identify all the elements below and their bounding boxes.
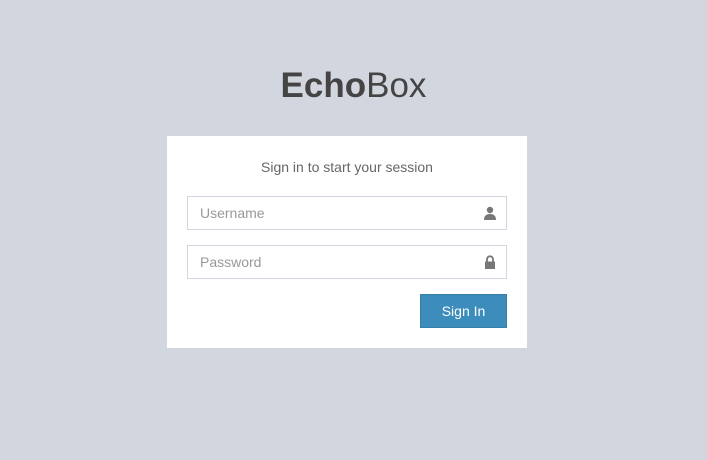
lock-icon <box>485 255 495 269</box>
username-input[interactable] <box>188 197 468 229</box>
user-icon <box>484 206 496 220</box>
login-message: Sign in to start your session <box>261 159 433 175</box>
username-field <box>187 196 507 230</box>
login-box: Sign in to start your session Sign In <box>167 136 527 348</box>
logo-bold-part: Echo <box>280 66 367 105</box>
password-input[interactable] <box>188 246 468 278</box>
logo-light-part: Box <box>366 66 427 105</box>
password-field <box>187 245 507 279</box>
sign-in-button[interactable]: Sign In <box>420 294 507 328</box>
app-logo: EchoBox <box>0 64 707 108</box>
